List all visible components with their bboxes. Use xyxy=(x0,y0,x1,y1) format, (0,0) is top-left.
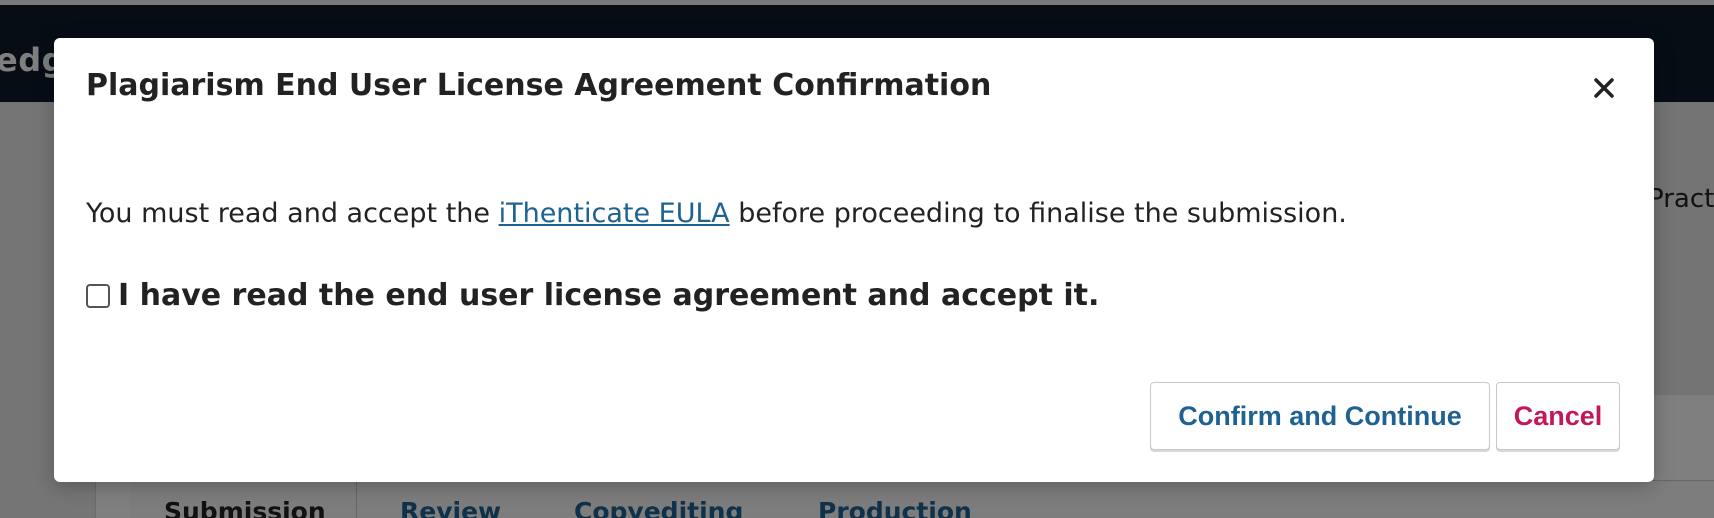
confirm-and-continue-button[interactable]: Confirm and Continue xyxy=(1150,382,1490,450)
eula-accept-checkbox[interactable] xyxy=(86,283,110,308)
ithenticate-eula-link[interactable]: iThenticate EULA xyxy=(499,198,730,229)
close-icon xyxy=(1594,78,1614,98)
page: edge Pract Submission Review Copyediting… xyxy=(0,0,1714,518)
eula-accept-label[interactable]: I have read the end user license agreeme… xyxy=(118,278,1099,313)
close-button[interactable] xyxy=(1584,68,1624,108)
instruction-suffix: before proceeding to finalise the submis… xyxy=(729,198,1347,229)
cancel-button[interactable]: Cancel xyxy=(1496,382,1620,450)
eula-instruction-text: You must read and accept the iThenticate… xyxy=(86,198,1347,229)
modal-title: Plagiarism End User License Agreement Co… xyxy=(86,68,992,103)
eula-accept-row[interactable]: I have read the end user license agreeme… xyxy=(86,278,1099,313)
instruction-prefix: You must read and accept the xyxy=(86,198,499,229)
eula-confirmation-modal: Plagiarism End User License Agreement Co… xyxy=(54,38,1654,482)
